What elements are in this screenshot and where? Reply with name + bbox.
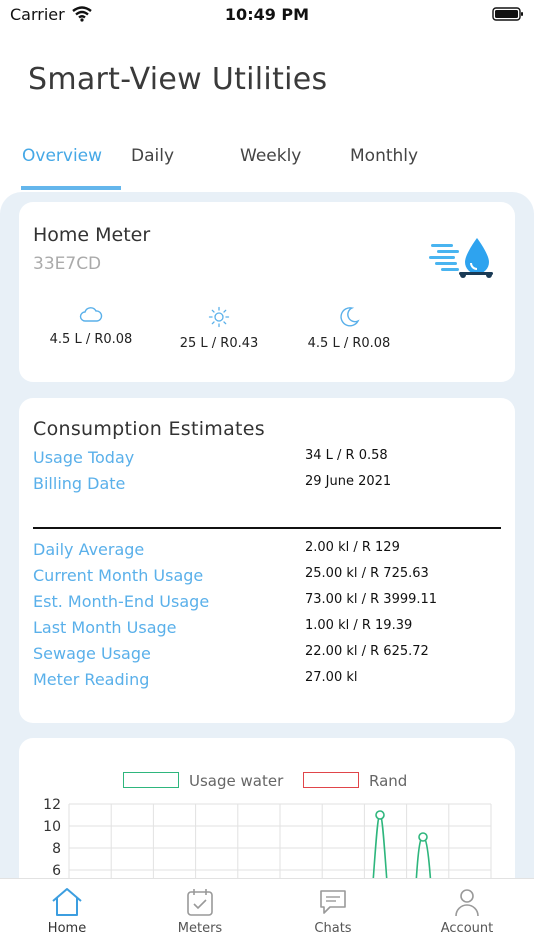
- clock: 10:49 PM: [224, 5, 310, 24]
- daily-average-label: Daily Average: [33, 540, 145, 559]
- period-day: 25 L / R0.43: [159, 306, 279, 351]
- tab-overview[interactable]: Overview: [22, 146, 102, 166]
- tab-weekly[interactable]: Weekly: [240, 146, 301, 166]
- nav-chats-label: Chats: [314, 921, 352, 936]
- period-night: 4.5 L / R0.08: [289, 306, 409, 351]
- nav-meters[interactable]: Meters: [150, 887, 250, 936]
- usage-line-chart[interactable]: 12 10 8 6: [19, 738, 515, 882]
- tab-daily[interactable]: Daily: [131, 146, 174, 166]
- billing-date-value: 29 June 2021: [305, 474, 392, 489]
- nav-home-label: Home: [47, 921, 87, 936]
- water-meter-logo-icon: [429, 238, 493, 278]
- consumption-card[interactable]: Consumption Estimates Usage Today 34 L /…: [19, 398, 515, 723]
- current-month-value: 25.00 kl / R 725.63: [305, 566, 429, 581]
- consumption-title: Consumption Estimates: [33, 418, 265, 440]
- billing-date-label: Billing Date: [33, 474, 126, 493]
- nav-account-label: Account: [440, 921, 494, 936]
- sun-icon: [208, 306, 230, 328]
- y-tick-label: 10: [43, 819, 61, 835]
- current-month-label: Current Month Usage: [33, 566, 204, 585]
- month-end-label: Est. Month-End Usage: [33, 592, 210, 611]
- home-icon: [52, 888, 82, 916]
- y-tick-label: 6: [52, 863, 61, 879]
- period-value: 25 L / R0.43: [179, 336, 259, 351]
- last-month-value: 1.00 kl / R 19.39: [305, 618, 413, 633]
- usage-water-point[interactable]: [418, 832, 428, 842]
- moon-icon: [340, 307, 360, 327]
- content-panel[interactable]: Home Meter 33E7CD 4.5 L / R0.08 25 L / R…: [0, 192, 534, 882]
- chat-icon: [320, 890, 346, 914]
- last-month-label: Last Month Usage: [33, 618, 177, 637]
- usage-water-point[interactable]: [375, 810, 385, 820]
- usage-chart-card[interactable]: Usage water Rand 12 10 8 6: [19, 738, 515, 882]
- y-tick-label: 12: [43, 797, 61, 813]
- status-bar: Carrier 10:49 PM: [0, 0, 534, 32]
- sewage-value: 22.00 kl / R 625.72: [305, 644, 429, 659]
- meter-name: Home Meter: [33, 224, 151, 246]
- nav-account[interactable]: Account: [417, 887, 517, 936]
- period-value: 4.5 L / R0.08: [49, 332, 133, 347]
- month-end-value: 73.00 kl / R 3999.11: [305, 592, 438, 607]
- bottom-nav: Home Meters Chats Account: [0, 878, 534, 951]
- cloud-icon: [79, 307, 103, 322]
- active-tab-indicator: [21, 186, 121, 190]
- nav-chats[interactable]: Chats: [283, 887, 383, 936]
- usage-today-value: 34 L / R 0.58: [305, 448, 388, 463]
- battery-icon: [492, 7, 523, 21]
- period-value: 4.5 L / R0.08: [307, 336, 391, 351]
- sewage-label: Sewage Usage: [33, 644, 151, 663]
- meter-reading-value: 27.00 kl: [305, 670, 358, 685]
- tab-bar: Overview Daily Weekly Monthly: [0, 140, 534, 192]
- page-title: Smart-View Utilities: [28, 62, 328, 97]
- user-icon: [455, 889, 479, 917]
- tab-monthly[interactable]: Monthly: [350, 146, 418, 166]
- divider: [33, 527, 501, 529]
- period-night-early: 4.5 L / R0.08: [31, 306, 151, 347]
- nav-home[interactable]: Home: [17, 887, 117, 936]
- meter-id: 33E7CD: [33, 254, 102, 274]
- meter-card[interactable]: Home Meter 33E7CD 4.5 L / R0.08 25 L / R…: [19, 202, 515, 382]
- calendar-check-icon: [187, 889, 213, 916]
- meter-reading-label: Meter Reading: [33, 670, 150, 689]
- daily-average-value: 2.00 kl / R 129: [305, 540, 400, 555]
- y-tick-label: 8: [52, 841, 61, 857]
- nav-meters-label: Meters: [177, 921, 223, 936]
- usage-today-label: Usage Today: [33, 448, 135, 467]
